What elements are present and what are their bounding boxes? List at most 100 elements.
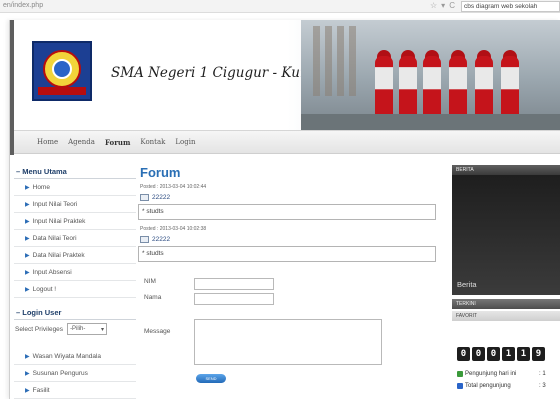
chart-icon xyxy=(457,383,463,389)
arrow-right-icon: ▶ xyxy=(25,218,30,225)
sidebar-item-logout[interactable]: ▶ Logout ! xyxy=(14,281,136,298)
post-content: * studts xyxy=(138,204,436,220)
send-button[interactable]: SEND xyxy=(196,374,226,383)
nav-kontak[interactable]: Kontak xyxy=(140,138,165,146)
right-sidebar: BERITA Berita TERKINI FAVORIT 0 0 0 1 1 … xyxy=(452,165,560,399)
post-number: 22222 xyxy=(152,194,171,201)
school-logo xyxy=(32,41,92,101)
stat-total-visitors: Total pengunjung : 3 xyxy=(457,383,546,389)
document-icon xyxy=(140,194,149,201)
sidebar-item-label: Wasan Wiyata Mandala xyxy=(32,352,102,360)
sidebar-item-input-nilai-teori[interactable]: ▶ Input Nilai Teori xyxy=(14,196,136,213)
sidebar-item-label: Input Nilai Praktek xyxy=(32,217,86,225)
counter-digit: 9 xyxy=(532,347,545,361)
sidebar-item-wasan[interactable]: ▶ Wasan Wiyata Mandala xyxy=(14,348,136,365)
page-title: Forum xyxy=(140,165,181,180)
sidebar-item-label: Input Nilai Teori xyxy=(32,200,78,208)
counter-digit: 1 xyxy=(502,347,515,361)
site-header: SMA Negeri 1 Cigugur - Kuningan xyxy=(14,20,560,130)
main-nav: Home Agenda Forum Kontak Login xyxy=(14,130,560,154)
sidebar-item-input-absensi[interactable]: ▶ Input Absensi xyxy=(14,264,136,281)
visitor-counter: 0 0 0 1 1 9 xyxy=(457,347,545,361)
nav-login[interactable]: Login xyxy=(175,138,195,146)
photo-student xyxy=(475,56,493,116)
photo-floor xyxy=(301,114,560,130)
nav-home[interactable]: Home xyxy=(37,138,58,146)
photo-student xyxy=(501,56,519,116)
stat-value: : 3 xyxy=(539,383,546,389)
sidebar-item-label: Input Absensi xyxy=(32,268,72,276)
name-input[interactable] xyxy=(194,293,274,305)
arrow-right-icon: ▶ xyxy=(25,184,30,191)
menu-heading-label: Menu Utama xyxy=(22,167,67,176)
post-meta: Posted : 2013-03-04 10:02:38 xyxy=(140,226,207,232)
users-icon xyxy=(457,371,463,377)
menu-heading: – Menu Utama xyxy=(14,165,136,179)
login-heading: – Login User xyxy=(14,306,136,320)
photo-student xyxy=(449,56,467,116)
nav-forum[interactable]: Forum xyxy=(105,138,130,147)
chevron-down-icon: ▾ xyxy=(101,326,105,333)
arrow-right-icon: ▶ xyxy=(25,387,30,394)
arrow-right-icon: ▶ xyxy=(25,370,30,377)
sidebar-item-label: Susunan Pengurus xyxy=(32,369,88,377)
forum-post: Posted : 2013-03-04 10:02:38 22222 * stu… xyxy=(138,226,438,262)
sidebar-item-data-nilai-praktek[interactable]: ▶ Data Nilai Praktek xyxy=(14,247,136,264)
message-label: Message xyxy=(144,328,171,335)
left-sidebar: – Menu Utama ▶ Home ▶ Input Nilai Teori ▶ I… xyxy=(14,165,136,399)
sidebar-item-input-nilai-praktek[interactable]: ▶ Input Nilai Praktek xyxy=(14,213,136,230)
refresh-icon[interactable]: C xyxy=(449,1,455,10)
post-number: 22222 xyxy=(152,236,171,243)
stat-visitors-today: Pengunjung hari ini : 1 xyxy=(457,371,546,377)
post-author-row: 22222 xyxy=(138,234,438,245)
privileges-select[interactable]: -Pilih- ▾ xyxy=(67,323,108,335)
photo-shelf xyxy=(349,26,356,96)
berita-slider[interactable]: Berita xyxy=(452,175,560,295)
arrow-right-icon: ▶ xyxy=(25,269,30,276)
forum-form: NIM Nama Message SEND xyxy=(138,278,438,388)
arrow-right-icon: ▶ xyxy=(25,286,30,293)
post-content: * studts xyxy=(138,246,436,262)
stat-label: Total pengunjung xyxy=(465,383,511,389)
sidebar-item-label: Fasilit xyxy=(32,386,50,394)
counter-digit: 0 xyxy=(457,347,470,361)
nim-label: NIM xyxy=(144,278,156,285)
address-bar-url[interactable]: en/index.php xyxy=(3,2,43,9)
logo-emblem-center xyxy=(52,59,72,79)
sidebar-item-label: Data Nilai Teori xyxy=(32,234,77,242)
post-meta: Posted : 2013-03-04 10:02:44 xyxy=(140,184,207,190)
dropdown-arrow-icon[interactable]: ▾ xyxy=(441,1,445,10)
sidebar-item-home[interactable]: ▶ Home xyxy=(14,179,136,196)
name-label: Nama xyxy=(144,294,162,301)
browser-toolbar: en/index.php ☆ ▾ C cbs diagram web sekol… xyxy=(0,0,560,13)
post-author-row: 22222 xyxy=(138,192,438,203)
browser-controls: ☆ ▾ C xyxy=(430,1,455,10)
login-heading-label: Login User xyxy=(22,308,62,317)
header-photo xyxy=(301,20,560,130)
message-textarea[interactable] xyxy=(194,319,382,365)
sidebar-item-label: Data Nilai Praktek xyxy=(32,251,85,259)
visitor-counter-panel: 0 0 0 1 1 9 Pengunjung hari ini : 1 Tota… xyxy=(452,336,560,399)
sidebar-item-label: Logout ! xyxy=(32,285,57,293)
forum-main: Forum Posted : 2013-03-04 10:02:44 22222… xyxy=(138,165,438,388)
tab-favorit[interactable]: FAVORIT xyxy=(452,311,560,321)
sidebar-item-data-nilai-teori[interactable]: ▶ Data Nilai Teori xyxy=(14,230,136,247)
sidebar-item-susunan[interactable]: ▶ Susunan Pengurus xyxy=(14,365,136,382)
privileges-value: -Pilih- xyxy=(70,326,86,332)
photo-student xyxy=(423,56,441,116)
logo-emblem xyxy=(43,50,81,88)
counter-digit: 1 xyxy=(517,347,530,361)
browser-search-input[interactable]: cbs diagram web sekolah xyxy=(461,1,560,12)
nav-agenda[interactable]: Agenda xyxy=(68,138,95,146)
tab-terkini[interactable]: TERKINI xyxy=(452,299,560,309)
stat-label: Pengunjung hari ini xyxy=(465,371,517,377)
privileges-label: Select Privileges xyxy=(15,325,64,333)
sidebar-item-fasilit[interactable]: ▶ Fasilit xyxy=(14,382,136,399)
nim-input[interactable] xyxy=(194,278,274,290)
star-icon[interactable]: ☆ xyxy=(430,1,437,10)
forum-post: Posted : 2013-03-04 10:02:44 22222 * stu… xyxy=(138,184,438,220)
privileges-row: Select Privileges -Pilih- ▾ xyxy=(14,320,136,338)
photo-shelf xyxy=(313,26,320,96)
document-icon xyxy=(140,236,149,243)
